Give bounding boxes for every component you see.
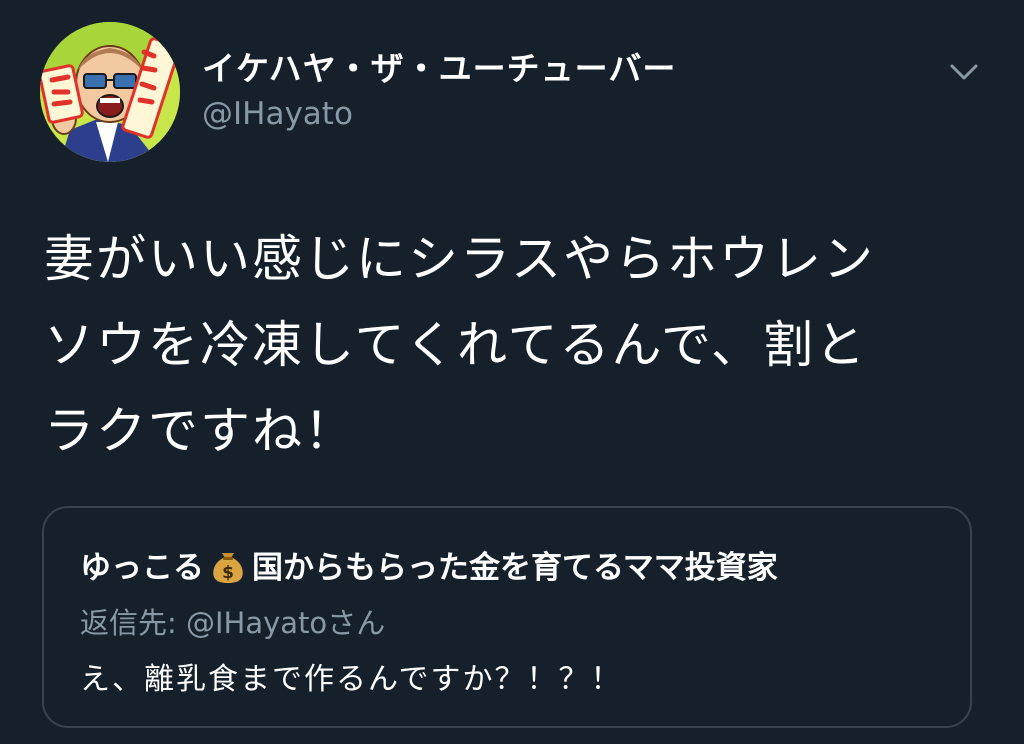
- reply-context: 返信先: @IHayatoさん: [80, 600, 385, 642]
- quoted-author-name-part2: 国からもらった金を育てるママ投資家: [252, 550, 778, 586]
- author-username[interactable]: @IHayato: [202, 96, 353, 132]
- quoted-author-name-part1: ゆっこる: [80, 550, 204, 586]
- chevron-down-icon: [950, 64, 978, 80]
- tweet-text: 妻がいい感じにシラスやらホウレン ソウを冷凍してくれてるんで、割と ラクですね！: [44, 230, 875, 460]
- tweet-card: イケハヤ・ザ・ユーチューバー @IHayato 妻がいい感じにシラスやらホウレン…: [0, 0, 1024, 744]
- reply-label: 返信先:: [80, 606, 186, 640]
- reply-suffix: さん: [327, 606, 386, 640]
- svg-text:$: $: [222, 563, 234, 583]
- more-options-button[interactable]: [946, 58, 982, 86]
- avatar-illustration-icon: [40, 22, 180, 162]
- author-display-name[interactable]: イケハヤ・ザ・ユーチューバー: [202, 42, 676, 90]
- avatar[interactable]: [40, 22, 180, 162]
- quoted-tweet-text: え、離乳食まで作るんですか？！？！: [80, 662, 623, 697]
- reply-username-link[interactable]: @IHayato: [186, 606, 327, 640]
- money-bag-icon: $: [208, 545, 248, 585]
- quoted-tweet[interactable]: ゆっこる $ 国からもらった金を育てるママ投資家 返信先: @IHayatoさん…: [42, 506, 972, 728]
- quoted-author-name[interactable]: ゆっこる $ 国からもらった金を育てるママ投資家: [80, 542, 778, 587]
